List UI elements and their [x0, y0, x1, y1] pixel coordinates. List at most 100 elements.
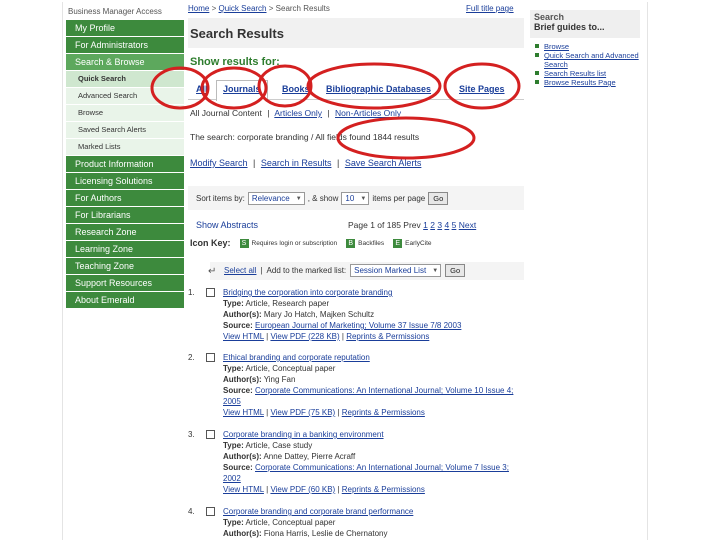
- reprints-link[interactable]: Reprints & Permissions: [346, 332, 429, 341]
- breadcrumb-current: Search Results: [275, 4, 330, 13]
- breadcrumb-home[interactable]: Home: [188, 4, 209, 13]
- result-checkbox[interactable]: [206, 430, 215, 439]
- page-link[interactable]: 1: [423, 220, 428, 230]
- show-abstracts-link[interactable]: Show Abstracts: [196, 220, 258, 230]
- page-info: Page 1 of 185 Prev: [348, 220, 421, 230]
- sidebar: Business Manager Access My Profile For A…: [66, 4, 184, 309]
- show-label: , & show: [307, 194, 339, 203]
- per-page-select[interactable]: 10: [341, 192, 370, 205]
- view-pdf-link[interactable]: View PDF (75 KB): [270, 408, 335, 417]
- type-label: Type:: [223, 299, 244, 308]
- result-checkbox[interactable]: [206, 507, 215, 516]
- marked-go-button[interactable]: Go: [445, 264, 466, 277]
- filter-all-journal-content: All Journal Content: [190, 108, 262, 118]
- result-title-link[interactable]: Corporate branding in a banking environm…: [223, 430, 384, 439]
- sidebar-subitem-quick-search[interactable]: Quick Search: [66, 71, 184, 87]
- sidebar-item-about[interactable]: About Emerald: [66, 292, 184, 308]
- result-authors: Mary Jo Hatch, Majken Schultz: [263, 310, 375, 319]
- brief-guides-panel: Search Brief guides to... Browse Quick S…: [530, 10, 640, 87]
- full-title-page-link[interactable]: Full title page: [466, 4, 514, 13]
- sidebar-subitem-saved-alerts[interactable]: Saved Search Alerts: [66, 122, 184, 138]
- view-html-link[interactable]: View HTML: [223, 332, 264, 341]
- authors-label: Author(s):: [223, 375, 262, 384]
- sidebar-item-my-profile[interactable]: My Profile: [66, 20, 184, 36]
- tab-books[interactable]: Books: [282, 84, 310, 94]
- select-all-link[interactable]: Select all: [224, 266, 256, 275]
- result-title-link[interactable]: Corporate branding and corporate brand p…: [223, 507, 413, 516]
- source-label: Source:: [223, 321, 253, 330]
- guide-item[interactable]: Browse Results Page: [530, 78, 640, 87]
- result-source[interactable]: Corporate Communications: An Internation…: [223, 463, 509, 483]
- view-pdf-link[interactable]: View PDF (60 KB): [270, 485, 335, 494]
- result-number: 2.: [188, 353, 195, 362]
- sidebar-item-administrators[interactable]: For Administrators: [66, 37, 184, 53]
- type-label: Type:: [223, 441, 244, 450]
- filter-articles-only[interactable]: Articles Only: [274, 108, 322, 118]
- sort-controls: Sort items by: Relevance , & show 10 ite…: [196, 192, 449, 205]
- authors-label: Author(s):: [223, 310, 262, 319]
- show-results-for-label: Show results for:: [190, 56, 280, 68]
- sidebar-item-search-browse[interactable]: Search & Browse: [66, 54, 184, 70]
- sidebar-item-product-info[interactable]: Product Information: [66, 156, 184, 172]
- view-pdf-link[interactable]: View PDF (228 KB): [270, 332, 339, 341]
- save-search-alerts-link[interactable]: Save Search Alerts: [345, 158, 422, 168]
- tab-site-pages[interactable]: Site Pages: [459, 84, 505, 94]
- sidebar-header: Business Manager Access: [68, 7, 162, 16]
- sidebar-item-teaching-zone[interactable]: Teaching Zone: [66, 258, 184, 274]
- next-page-link[interactable]: Next: [459, 220, 476, 230]
- sort-label: Sort items by:: [196, 194, 245, 203]
- select-arrow-icon: ↵: [208, 266, 217, 277]
- view-html-link[interactable]: View HTML: [223, 408, 264, 417]
- reprints-link[interactable]: Reprints & Permissions: [342, 485, 425, 494]
- sidebar-item-support[interactable]: Support Resources: [66, 275, 184, 291]
- bullet-icon: [535, 71, 539, 75]
- page-link[interactable]: 4: [444, 220, 449, 230]
- result-source[interactable]: Corporate Communications: An Internation…: [223, 386, 513, 406]
- type-label: Type:: [223, 518, 244, 527]
- result-checkbox[interactable]: [206, 288, 215, 297]
- sort-select[interactable]: Relevance: [247, 192, 305, 205]
- result-checkbox[interactable]: [206, 353, 215, 362]
- breadcrumb-area: Home > Quick Search > Search Results Ful…: [188, 4, 526, 16]
- add-to-marked-label: Add to the marked list:: [266, 266, 347, 275]
- result-type: Article, Research paper: [245, 299, 330, 308]
- sidebar-item-authors[interactable]: For Authors: [66, 190, 184, 206]
- sort-go-button[interactable]: Go: [428, 192, 449, 205]
- result-number: 1.: [188, 288, 195, 297]
- sidebar-item-licensing[interactable]: Licensing Solutions: [66, 173, 184, 189]
- page-link[interactable]: 2: [430, 220, 435, 230]
- sidebar-item-learning-zone[interactable]: Learning Zone: [66, 241, 184, 257]
- guide-item[interactable]: Browse: [530, 42, 640, 51]
- search-in-results-link[interactable]: Search in Results: [261, 158, 332, 168]
- breadcrumb-quick-search[interactable]: Quick Search: [218, 4, 266, 13]
- icon-key: Icon Key: S Requires login or subscripti…: [190, 238, 438, 248]
- view-html-link[interactable]: View HTML: [223, 485, 264, 494]
- marked-list-select[interactable]: Session Marked List: [350, 264, 442, 277]
- result-type-tabs: All Journals Books Bibliographic Databas…: [188, 78, 524, 101]
- filter-non-articles-only[interactable]: Non-Articles Only: [335, 108, 401, 118]
- icon-key-label: Requires login or subscription: [251, 239, 338, 247]
- per-page-label: items per page: [372, 194, 426, 203]
- tab-bibliographic-databases[interactable]: Bibliographic Databases: [326, 84, 431, 94]
- source-label: Source:: [223, 463, 253, 472]
- guide-item[interactable]: Quick Search and Advanced Search: [530, 51, 640, 69]
- result-title-link[interactable]: Bridging the corporation into corporate …: [223, 288, 392, 297]
- tab-journals[interactable]: Journals: [216, 80, 268, 101]
- sidebar-subitem-browse[interactable]: Browse: [66, 105, 184, 121]
- result-source[interactable]: European Journal of Marketing; Volume 37…: [255, 321, 461, 330]
- result-authors: Anne Dattey, Pierre Acraff: [263, 452, 356, 461]
- modify-search-link[interactable]: Modify Search: [190, 158, 248, 168]
- sidebar-subitem-advanced-search[interactable]: Advanced Search: [66, 88, 184, 104]
- result-title-link[interactable]: Ethical branding and corporate reputatio…: [223, 353, 370, 362]
- page-link[interactable]: 3: [437, 220, 442, 230]
- reprints-link[interactable]: Reprints & Permissions: [342, 408, 425, 417]
- sidebar-item-research-zone[interactable]: Research Zone: [66, 224, 184, 240]
- tab-all[interactable]: All: [196, 84, 208, 94]
- page-link[interactable]: 5: [452, 220, 457, 230]
- sidebar-subitem-marked-lists[interactable]: Marked Lists: [66, 139, 184, 155]
- icon-key-title: Icon Key:: [190, 238, 231, 248]
- guide-item[interactable]: Search Results list: [530, 69, 640, 78]
- earlycite-icon: E: [393, 238, 403, 248]
- sidebar-item-librarians[interactable]: For Librarians: [66, 207, 184, 223]
- result-authors: Ying Fan: [263, 375, 296, 384]
